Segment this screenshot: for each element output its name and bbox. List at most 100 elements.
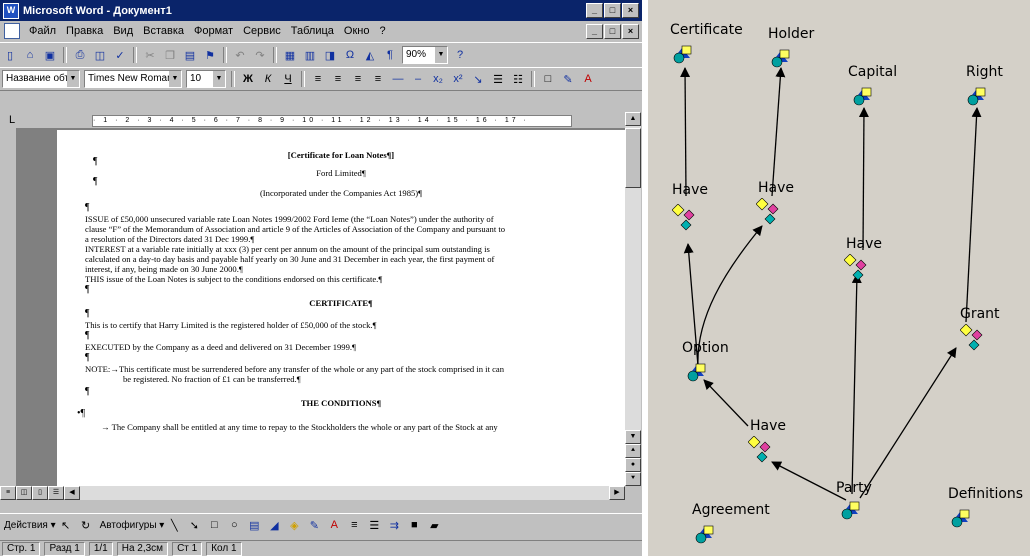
font-size-select[interactable]: 10 ▼ — [186, 70, 226, 88]
node-party-label[interactable]: Party — [836, 480, 872, 496]
italic-icon[interactable]: К — [260, 71, 276, 87]
print-icon[interactable]: ⎙ — [72, 47, 88, 63]
table-icon[interactable]: ▦ — [282, 47, 298, 63]
justify-icon[interactable]: ≡ — [370, 71, 386, 87]
format-painter-icon[interactable]: ⚑ — [202, 47, 218, 63]
rectangle-icon[interactable]: □ — [206, 517, 222, 533]
paste-icon[interactable]: ▤ — [182, 47, 198, 63]
menu-view[interactable]: Вид — [108, 25, 138, 37]
document-page[interactable]: [Certificate for Loan Notes¶] ¶ Ford Lim… — [57, 130, 625, 486]
normal-view-icon[interactable]: ≡ — [0, 486, 16, 500]
document-icon[interactable] — [4, 23, 20, 39]
scroll-right-button[interactable]: ▶ — [609, 486, 625, 500]
relation-grant-label[interactable]: Grant — [960, 306, 1000, 322]
menu-insert[interactable]: Вставка — [138, 25, 189, 37]
bold-icon[interactable]: Ж — [240, 71, 256, 87]
select-browse-object-button[interactable]: ● — [625, 458, 641, 472]
wordart-icon[interactable]: ◢ — [266, 517, 282, 533]
shadow-icon[interactable]: ■ — [406, 517, 422, 533]
concept-node-icon[interactable] — [686, 362, 706, 382]
node-certificate-label[interactable]: Certificate — [670, 22, 743, 38]
open-folder-icon[interactable]: ⌂ — [22, 47, 38, 63]
bullets-icon[interactable]: ☷ — [510, 71, 526, 87]
doc-minimize-button[interactable]: _ — [586, 24, 603, 39]
zoom-select[interactable]: 90% ▼ — [402, 46, 448, 64]
superscript-icon[interactable]: x² — [450, 71, 466, 87]
underline-icon[interactable]: Ч — [280, 71, 296, 87]
redo-icon[interactable]: ↷ — [252, 47, 268, 63]
save-icon[interactable]: ▣ — [42, 47, 58, 63]
relation-have-label[interactable]: Have — [672, 182, 708, 198]
horizontal-ruler[interactable]: L · 1 · 2 · 3 · 4 · 5 · 6 · 7 · 8 · 9 · … — [0, 112, 642, 128]
menu-format[interactable]: Формат — [189, 25, 238, 37]
concept-node-icon[interactable] — [950, 508, 970, 528]
drawing-icon[interactable]: ◭ — [362, 47, 378, 63]
new-document-icon[interactable]: ▯ — [2, 47, 18, 63]
page-view-icon[interactable]: ▯ — [32, 486, 48, 500]
numbering-icon[interactable]: ☰ — [490, 71, 506, 87]
doc-close-button[interactable]: × — [622, 24, 639, 39]
fill-color-icon[interactable]: ◈ — [286, 517, 302, 533]
excel-table-icon[interactable]: ▥ — [302, 47, 318, 63]
scroll-thumb[interactable] — [625, 128, 641, 188]
spelling-icon[interactable]: ✓ — [112, 47, 128, 63]
drawing-font-color-icon[interactable]: A — [326, 517, 342, 533]
symbol-icon[interactable]: Ω — [342, 47, 358, 63]
concept-node-icon[interactable] — [770, 48, 790, 68]
relation-node-icon[interactable] — [960, 324, 984, 352]
style-select[interactable]: Название объек ▼ — [2, 70, 80, 88]
draw-menu-button[interactable]: Действия ▾ — [4, 520, 56, 531]
scroll-down-button[interactable]: ▼ — [625, 430, 641, 444]
doc-restore-button[interactable]: □ — [604, 24, 621, 39]
show-hide-icon[interactable]: ¶ — [382, 47, 398, 63]
outside-border-icon[interactable]: □ — [540, 71, 556, 87]
line-color-icon[interactable]: ✎ — [306, 517, 322, 533]
concept-node-icon[interactable] — [840, 500, 860, 520]
cut-icon[interactable]: ✂ — [142, 47, 158, 63]
scroll-up-button[interactable]: ▲ — [625, 112, 641, 126]
relation-node-icon[interactable] — [844, 254, 868, 282]
insert-dash-icon[interactable]: – — [410, 71, 426, 87]
node-option-label[interactable]: Option — [682, 340, 729, 356]
subscript-icon[interactable]: x₂ — [430, 71, 446, 87]
menu-file[interactable]: Файл — [24, 25, 61, 37]
relation-have-label[interactable]: Have — [750, 418, 786, 434]
columns-icon[interactable]: ◨ — [322, 47, 338, 63]
relation-node-icon[interactable] — [748, 436, 772, 464]
oval-icon[interactable]: ○ — [226, 517, 242, 533]
align-center-icon[interactable]: ≡ — [330, 71, 346, 87]
line-style-icon[interactable]: ≡ — [346, 517, 362, 533]
direction-icon[interactable]: ↘ — [470, 71, 486, 87]
font-color-icon[interactable]: A — [580, 71, 596, 87]
maximize-button[interactable]: □ — [604, 3, 621, 18]
align-right-icon[interactable]: ≡ — [350, 71, 366, 87]
minimize-button[interactable]: _ — [586, 3, 603, 18]
dash-style-icon[interactable]: ☰ — [366, 517, 382, 533]
prev-page-button[interactable]: ⯅ — [625, 444, 641, 458]
autoshapes-menu-button[interactable]: Автофигуры ▾ — [100, 520, 165, 531]
menu-help[interactable]: ? — [374, 25, 390, 37]
menu-window[interactable]: Окно — [339, 25, 375, 37]
relation-node-icon[interactable] — [756, 198, 780, 226]
horizontal-scrollbar[interactable]: ≡ ◫ ▯ ☰ ◀ ▶ — [0, 486, 625, 500]
relation-node-icon[interactable] — [672, 204, 696, 232]
menu-tools[interactable]: Сервис — [238, 25, 286, 37]
font-select[interactable]: Times New Roman ▼ — [84, 70, 182, 88]
node-right-label[interactable]: Right — [966, 64, 1003, 80]
line-icon[interactable]: ╲ — [166, 517, 182, 533]
concept-node-icon[interactable] — [694, 524, 714, 544]
insert-line-icon[interactable]: — — [390, 71, 406, 87]
arrow-icon[interactable]: ➘ — [186, 517, 202, 533]
vertical-scrollbar[interactable]: ▲ ▼ ⯅ ● ⯆ — [625, 112, 641, 486]
arrow-style-icon[interactable]: ⇉ — [386, 517, 402, 533]
3d-icon[interactable]: ▰ — [426, 517, 442, 533]
concept-node-icon[interactable] — [672, 44, 692, 64]
node-capital-label[interactable]: Capital — [848, 64, 897, 80]
node-definitions-label[interactable]: Definitions — [948, 486, 1023, 502]
print-preview-icon[interactable]: ◫ — [92, 47, 108, 63]
node-agreement-label[interactable]: Agreement — [692, 502, 770, 518]
next-page-button[interactable]: ⯆ — [625, 472, 641, 486]
relation-have-label[interactable]: Have — [846, 236, 882, 252]
tab-selector-icon[interactable]: L — [4, 112, 20, 128]
select-objects-icon[interactable]: ↖ — [58, 517, 74, 533]
